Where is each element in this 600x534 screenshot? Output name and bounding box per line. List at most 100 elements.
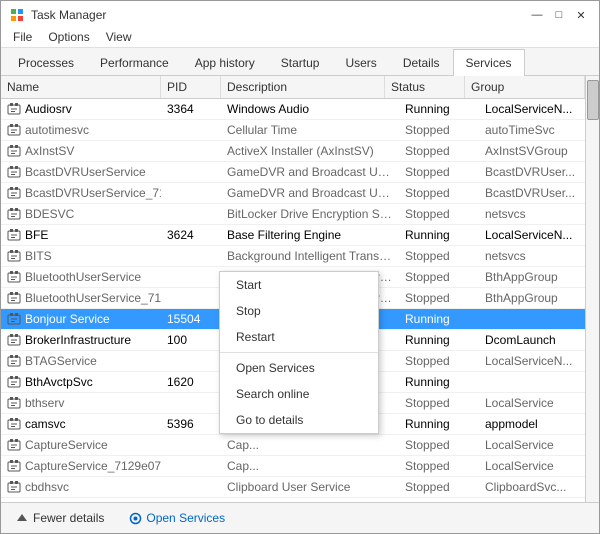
- cell-pid: 15504: [161, 309, 221, 329]
- cell-desc: Background Intelligent Transfer Servi...: [221, 246, 399, 266]
- cell-status: Stopped: [399, 477, 479, 497]
- cell-group: BcastDVRUser...: [479, 183, 599, 203]
- cell-name: BcastDVRUserService: [1, 162, 161, 182]
- cell-name: camsvc: [1, 414, 161, 434]
- cell-pid: [161, 477, 221, 497]
- cell-pid: 3364: [161, 99, 221, 119]
- context-menu: StartStopRestart Open ServicesSearch onli…: [219, 271, 379, 434]
- table-header: Name PID Description Status Group: [1, 76, 599, 99]
- cell-status: Running: [399, 498, 479, 502]
- menu-options[interactable]: Options: [40, 27, 97, 47]
- app-icon: [9, 7, 25, 23]
- tab-bar: Processes Performance App history Startu…: [1, 48, 599, 76]
- table-row[interactable]: BcastDVRUserService_7129e... GameDVR and…: [1, 183, 599, 204]
- cell-group: BthAppGroup: [479, 267, 599, 287]
- cell-desc: GameDVR and Broadcast User Service...: [221, 183, 399, 203]
- cell-group: LocalServiceN...: [479, 351, 599, 371]
- context-menu-item[interactable]: Restart: [220, 324, 378, 350]
- cell-desc: Clipboard User Service: [221, 477, 399, 497]
- scrollbar-thumb[interactable]: [587, 80, 599, 120]
- cell-status: Stopped: [399, 456, 479, 476]
- cell-name: BFE: [1, 225, 161, 245]
- col-description[interactable]: Description: [221, 76, 385, 98]
- cell-group: LocalServiceN...: [479, 99, 599, 119]
- cell-group: LocalServiceN...: [479, 225, 599, 245]
- table-row[interactable]: CaptureService_7129e07 Cap... Stopped Lo…: [1, 456, 599, 477]
- cell-name: BITS: [1, 246, 161, 266]
- context-menu-item[interactable]: Go to details: [220, 407, 378, 433]
- cell-name: BthAvctpSvc: [1, 372, 161, 392]
- cell-name: BcastDVRUserService_7129e...: [1, 183, 161, 203]
- cell-group: [479, 372, 599, 392]
- cell-pid: 100: [161, 330, 221, 350]
- cell-pid: [161, 351, 221, 371]
- context-menu-divider: [220, 352, 378, 353]
- table-row[interactable]: BDESVC BitLocker Drive Encryption Servic…: [1, 204, 599, 225]
- tab-users[interactable]: Users: [332, 49, 389, 76]
- fewer-details-button[interactable]: Fewer details: [11, 509, 108, 527]
- cell-name: bthserv: [1, 393, 161, 413]
- cell-status: Stopped: [399, 435, 479, 455]
- cell-pid: [161, 120, 221, 140]
- context-menu-item[interactable]: Open Services: [220, 355, 378, 381]
- cell-pid: [161, 246, 221, 266]
- cell-status: Running: [399, 330, 479, 350]
- tab-performance[interactable]: Performance: [87, 49, 182, 76]
- menu-view[interactable]: View: [98, 27, 140, 47]
- col-group[interactable]: Group: [465, 76, 585, 98]
- cell-name: BluetoothUserService: [1, 267, 161, 287]
- maximize-button[interactable]: □: [549, 7, 569, 23]
- cell-name: BDESVC: [1, 204, 161, 224]
- table-row[interactable]: Audiosrv 3364 Windows Audio Running Loca…: [1, 99, 599, 120]
- task-manager-window: Task Manager — □ ✕ File Options View Pro…: [0, 0, 600, 534]
- title-bar: Task Manager — □ ✕: [1, 1, 599, 27]
- cell-group: netsvcs: [479, 246, 599, 266]
- table-row[interactable]: BITS Background Intelligent Transfer Ser…: [1, 246, 599, 267]
- tab-app-history[interactable]: App history: [182, 49, 268, 76]
- cell-status: Running: [399, 309, 479, 329]
- services-icon: [128, 511, 142, 525]
- chevron-up-icon: [15, 511, 29, 525]
- context-menu-item[interactable]: Search online: [220, 381, 378, 407]
- cell-desc: Cap...: [221, 435, 399, 455]
- cell-group: LocalService: [479, 435, 599, 455]
- table-row[interactable]: BFE 3624 Base Filtering Engine Running L…: [1, 225, 599, 246]
- tab-processes[interactable]: Processes: [5, 49, 87, 76]
- context-menu-item[interactable]: Start: [220, 272, 378, 298]
- window-controls: — □ ✕: [527, 7, 591, 23]
- cell-group: AxInstSVGroup: [479, 141, 599, 161]
- cell-status: Stopped: [399, 141, 479, 161]
- footer: Fewer details Open Services: [1, 502, 599, 533]
- close-button[interactable]: ✕: [571, 7, 591, 23]
- open-services-label: Open Services: [146, 511, 225, 525]
- tab-details[interactable]: Details: [390, 49, 453, 76]
- col-name[interactable]: Name: [1, 76, 161, 98]
- table-row[interactable]: AxInstSV ActiveX Installer (AxInstSV) St…: [1, 141, 599, 162]
- table-row[interactable]: CaptureService Cap... Stopped LocalServi…: [1, 435, 599, 456]
- cell-group: autoTimeSvc: [479, 120, 599, 140]
- cell-name: BluetoothUserService_7129...: [1, 288, 161, 308]
- cell-pid: [161, 393, 221, 413]
- minimize-button[interactable]: —: [527, 7, 547, 23]
- tab-startup[interactable]: Startup: [268, 49, 333, 76]
- tab-services[interactable]: Services: [453, 49, 525, 76]
- cell-status: Stopped: [399, 162, 479, 182]
- cell-pid: [161, 204, 221, 224]
- col-status[interactable]: Status: [385, 76, 465, 98]
- context-menu-item[interactable]: Stop: [220, 298, 378, 324]
- table-row[interactable]: cbdhsvc_7129e07 14840 Clipboard User Ser…: [1, 498, 599, 502]
- cell-group: netsvcs: [479, 204, 599, 224]
- scrollbar-track[interactable]: [585, 76, 599, 502]
- table-row[interactable]: BcastDVRUserService GameDVR and Broadcas…: [1, 162, 599, 183]
- cell-name: CaptureService_7129e07: [1, 456, 161, 476]
- col-pid[interactable]: PID: [161, 76, 221, 98]
- cell-group: LocalService: [479, 393, 599, 413]
- cell-desc: Base Filtering Engine: [221, 225, 399, 245]
- open-services-button[interactable]: Open Services: [124, 509, 229, 527]
- menu-file[interactable]: File: [5, 27, 40, 47]
- cell-desc: GameDVR and Broadcast User Service: [221, 162, 399, 182]
- cell-desc: Windows Audio: [221, 99, 399, 119]
- table-row[interactable]: autotimesvc Cellular Time Stopped autoTi…: [1, 120, 599, 141]
- cell-pid: [161, 288, 221, 308]
- table-row[interactable]: cbdhsvc Clipboard User Service Stopped C…: [1, 477, 599, 498]
